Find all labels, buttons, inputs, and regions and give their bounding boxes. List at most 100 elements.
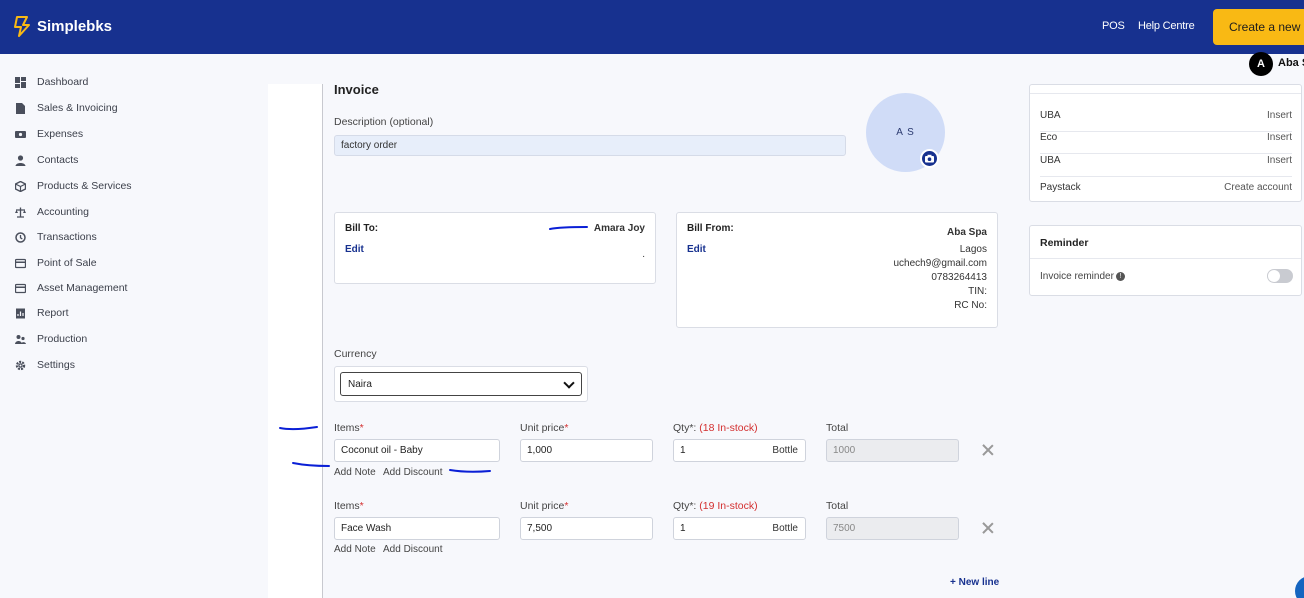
qty-header-text: Qty*:: [673, 422, 697, 434]
invoice-reminder-text: Invoice reminder: [1040, 271, 1114, 282]
bill-from-rc: RC No:: [954, 300, 987, 311]
add-note-link[interactable]: Add Note: [334, 467, 376, 478]
insert-link[interactable]: Insert: [1267, 155, 1292, 166]
bank-row: Paystack Create account: [1040, 182, 1292, 204]
items-header-text: Items: [334, 422, 360, 434]
pos-link[interactable]: POS: [1102, 20, 1125, 32]
bank-name: UBA: [1040, 110, 1061, 121]
info-icon[interactable]: !: [1115, 271, 1125, 281]
stock-count: (19 In-stock): [699, 500, 758, 512]
sidebar-item-settings[interactable]: Settings: [15, 357, 75, 373]
qty-input[interactable]: 1 Bottle: [673, 439, 806, 462]
create-new-button[interactable]: Create a new: [1213, 9, 1304, 45]
gear-icon: [15, 360, 26, 370]
create-account-link[interactable]: Create account: [1224, 182, 1292, 193]
sidebar-item-production[interactable]: Production: [15, 331, 87, 347]
report-icon: [16, 308, 25, 318]
add-discount-link[interactable]: Add Discount: [383, 544, 442, 555]
sidebar-item-sales[interactable]: Sales & Invoicing: [15, 100, 118, 116]
sidebar-item-products[interactable]: Products & Services: [15, 178, 132, 194]
sidebar-item-transactions[interactable]: Transactions: [15, 229, 97, 245]
bill-from-name: Aba Spa: [946, 227, 987, 238]
sidebar-item-label: Transactions: [37, 231, 97, 243]
qty-input[interactable]: 1 Bottle: [673, 517, 806, 540]
bill-from-tin: TIN:: [968, 286, 987, 297]
qty-value: 1: [680, 523, 686, 534]
document-icon: [16, 102, 25, 114]
bill-to-extra: .: [642, 249, 645, 260]
items-header: Items*: [334, 500, 364, 512]
user-name[interactable]: Aba Spa: [1278, 57, 1304, 69]
bill-to-edit-link[interactable]: Edit: [345, 244, 364, 255]
person-icon: [15, 154, 26, 166]
sidebar-item-expenses[interactable]: Expenses: [15, 126, 83, 142]
currency-label: Currency: [334, 348, 377, 360]
annotation-scribble: [549, 226, 588, 230]
required-mark: *: [564, 500, 569, 512]
chevron-down-icon: [563, 377, 575, 389]
bill-to-name: Amara Joy: [593, 223, 645, 234]
total-header: Total: [826, 422, 849, 434]
bank-name: Eco: [1040, 132, 1058, 143]
bank-row: UBA Insert: [1040, 155, 1292, 177]
bill-from-city: Lagos: [959, 244, 987, 255]
user-avatar[interactable]: A: [1249, 52, 1273, 76]
history-icon: [15, 231, 26, 243]
item-input[interactable]: Coconut oil - Baby: [334, 439, 500, 462]
sidebar-item-dashboard[interactable]: Dashboard: [15, 74, 88, 90]
remove-line-icon[interactable]: [982, 444, 994, 456]
sidebar-item-asset-management[interactable]: Asset Management: [15, 280, 127, 296]
sidebar-item-label: Expenses: [37, 128, 84, 140]
sidebar: Dashboard Sales & Invoicing Expenses Con…: [0, 54, 268, 598]
reminder-title: Reminder: [1040, 237, 1089, 249]
currency-select[interactable]: Naira: [340, 372, 582, 396]
top-header: Simplebks POS Help Centre Create a new: [0, 0, 1304, 54]
qty-header-text: Qty*:: [673, 500, 697, 512]
sidebar-item-label: Report: [37, 307, 69, 319]
bank-row: Eco Insert: [1040, 132, 1292, 154]
description-input[interactable]: factory order: [334, 135, 846, 156]
item-input[interactable]: Face Wash: [334, 517, 500, 540]
invoice-title: Invoice: [334, 82, 379, 97]
unit-price-input[interactable]: 1,000: [520, 439, 653, 462]
help-centre-link[interactable]: Help Centre: [1138, 20, 1195, 32]
new-line-button[interactable]: + New line: [950, 577, 999, 588]
add-note-link[interactable]: Add Note: [334, 544, 376, 555]
reminder-card: Reminder Invoice reminder!: [1029, 225, 1302, 296]
bill-from-label: Bill From:: [687, 223, 734, 234]
upload-logo-button[interactable]: [920, 149, 939, 168]
qty-header: Qty*: (19 In-stock): [673, 500, 758, 512]
sidebar-item-label: Sales & Invoicing: [37, 102, 118, 114]
invoice-reminder-toggle[interactable]: [1267, 269, 1293, 283]
bank-row: UBA Insert: [1040, 110, 1292, 132]
total-input: 7500: [826, 517, 959, 540]
sidebar-item-label: Asset Management: [37, 282, 128, 294]
sidebar-item-label: Point of Sale: [37, 257, 97, 269]
sidebar-item-contacts[interactable]: Contacts: [15, 152, 78, 168]
annotation-scribble: [292, 462, 330, 467]
sidebar-item-report[interactable]: Report: [15, 305, 69, 321]
sidebar-item-point-of-sale[interactable]: Point of Sale: [15, 255, 97, 271]
logo-icon: [14, 16, 30, 37]
unit-price-header: Unit price*: [520, 422, 568, 434]
remove-line-icon[interactable]: [982, 522, 994, 534]
insert-link[interactable]: Insert: [1267, 110, 1292, 121]
items-header-text: Items: [334, 500, 360, 512]
qty-unit: Bottle: [772, 523, 798, 534]
bill-to-label: Bill To:: [345, 223, 379, 234]
qty-value: 1: [680, 445, 686, 456]
brand-logo[interactable]: Simplebks: [13, 15, 112, 37]
dashboard-icon: [15, 76, 26, 88]
currency-value: Naira: [348, 379, 372, 390]
unit-price-input[interactable]: 7,500: [520, 517, 653, 540]
bank-name: Paystack: [1040, 182, 1081, 193]
annotation-scribble: [449, 469, 491, 473]
add-discount-link[interactable]: Add Discount: [383, 467, 442, 478]
bill-from-edit-link[interactable]: Edit: [687, 244, 706, 255]
sidebar-item-accounting[interactable]: Accounting: [15, 204, 89, 220]
chat-button[interactable]: [1295, 576, 1304, 598]
qty-unit: Bottle: [772, 445, 798, 456]
insert-link[interactable]: Insert: [1267, 132, 1292, 143]
bill-from-phone: 0783264413: [931, 272, 987, 283]
required-mark: *: [359, 500, 364, 512]
